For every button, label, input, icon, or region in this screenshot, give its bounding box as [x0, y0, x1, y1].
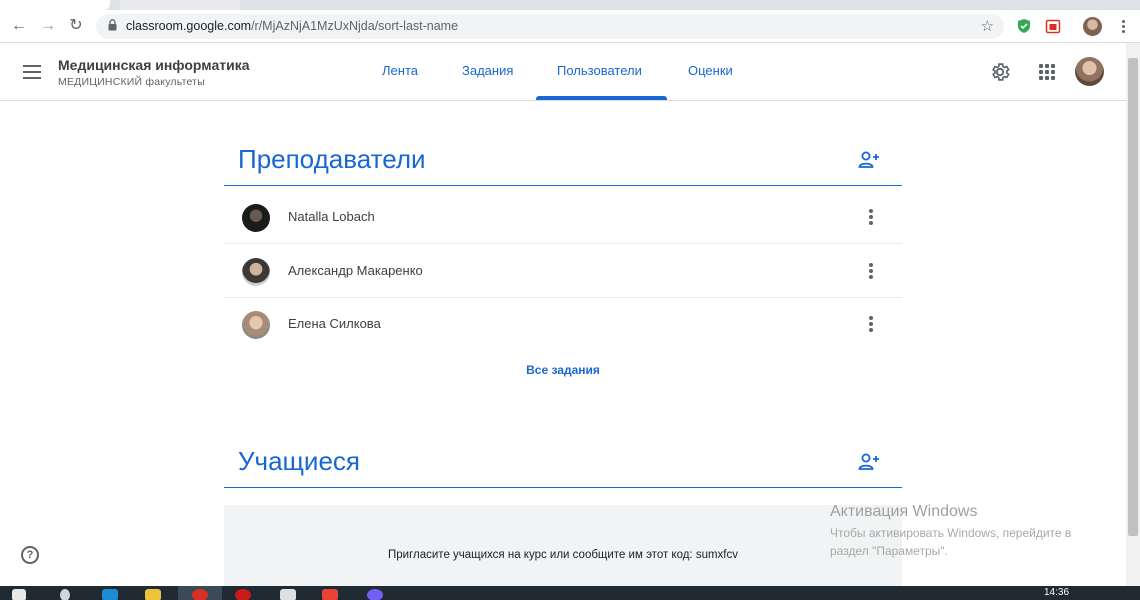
- invite-teacher-icon[interactable]: [858, 150, 880, 170]
- teacher-name: Елена Силкова: [288, 316, 381, 331]
- browser-tab-strip: [0, 0, 1140, 10]
- more-options-icon[interactable]: [868, 315, 874, 333]
- google-apps-icon[interactable]: [1039, 64, 1055, 80]
- active-tab-indicator: [536, 96, 667, 100]
- windows-start-icon[interactable]: [12, 589, 26, 600]
- teacher-avatar: [242, 311, 270, 339]
- invite-student-icon[interactable]: [858, 452, 880, 472]
- tab-grades[interactable]: Оценки: [688, 43, 733, 101]
- shield-extension-icon[interactable]: [1016, 18, 1032, 34]
- browser-tab-active[interactable]: [0, 0, 110, 10]
- tab-stream[interactable]: Лента: [382, 43, 418, 101]
- tab-classwork[interactable]: Задания: [462, 43, 513, 101]
- calendar-extension-icon[interactable]: [1045, 18, 1061, 34]
- windows-taskbar: 14:36: [0, 586, 1140, 600]
- teachers-title: Преподаватели: [238, 144, 426, 174]
- course-subtitle: МЕДИЦИНСКИЙ факультеты: [58, 76, 205, 88]
- teacher-row[interactable]: Елена Силкова: [224, 298, 902, 351]
- teachers-section-header: Преподаватели: [224, 140, 902, 186]
- browser-tab-inactive[interactable]: [120, 0, 240, 10]
- profile-avatar[interactable]: [1083, 17, 1102, 36]
- windows-activation-line: раздел "Параметры".: [830, 544, 948, 558]
- teacher-avatar: [242, 204, 270, 232]
- forward-icon[interactable]: →: [37, 15, 59, 37]
- windows-activation-line: Чтобы активировать Windows, перейдите в: [830, 526, 1072, 540]
- opera-icon[interactable]: [235, 589, 251, 600]
- more-options-icon[interactable]: [868, 262, 874, 280]
- viber-icon[interactable]: [367, 589, 383, 600]
- teacher-name: Александр Макаренко: [288, 263, 423, 278]
- invite-text: Пригласите учащихся на курс или сообщите…: [388, 549, 738, 561]
- browser-menu-icon[interactable]: [1118, 18, 1128, 36]
- students-title: Учащиеся: [238, 446, 360, 476]
- yandex-icon[interactable]: [322, 589, 338, 600]
- scrollbar-thumb[interactable]: [1128, 58, 1138, 536]
- url-text: classroom.google.com/r/MjAzNjA1MzUxNjda/…: [126, 19, 459, 33]
- settings-gear-icon[interactable]: [989, 61, 1011, 83]
- chrome-icon[interactable]: [192, 589, 208, 600]
- hamburger-menu-icon[interactable]: [23, 65, 41, 79]
- bookmark-star-icon[interactable]: ☆: [981, 17, 994, 35]
- students-section-header: Учащиеся: [224, 442, 902, 488]
- all-assignments-link[interactable]: Все задания: [224, 363, 902, 377]
- invite-students-box: Пригласите учащихся на курс или сообщите…: [224, 505, 902, 586]
- more-options-icon[interactable]: [868, 208, 874, 226]
- lock-icon: [108, 19, 117, 31]
- tab-people[interactable]: Пользователи: [557, 43, 642, 101]
- address-bar[interactable]: classroom.google.com/r/MjAzNjA1MzUxNjda/…: [96, 14, 1004, 39]
- help-icon[interactable]: ?: [21, 546, 39, 564]
- account-avatar[interactable]: [1075, 57, 1104, 86]
- taskbar-clock[interactable]: 14:36: [1044, 587, 1069, 598]
- windows-activation-title: Активация Windows: [830, 503, 978, 520]
- calculator-icon[interactable]: [280, 589, 296, 600]
- file-explorer-icon[interactable]: [145, 589, 161, 600]
- teacher-name: Natalla Lobach: [288, 209, 375, 224]
- back-icon[interactable]: ←: [8, 15, 30, 37]
- edge-icon[interactable]: [102, 589, 118, 600]
- search-icon[interactable]: [60, 589, 70, 600]
- teacher-row[interactable]: Natalla Lobach: [224, 191, 902, 244]
- teacher-row[interactable]: Александр Макаренко: [224, 245, 902, 298]
- reload-icon[interactable]: ↻: [65, 15, 87, 37]
- teacher-avatar: [242, 258, 270, 286]
- browser-toolbar: ← → ↻ classroom.google.com/r/MjAzNjA1MzU…: [0, 10, 1140, 43]
- course-title[interactable]: Медицинская информатика: [58, 57, 250, 73]
